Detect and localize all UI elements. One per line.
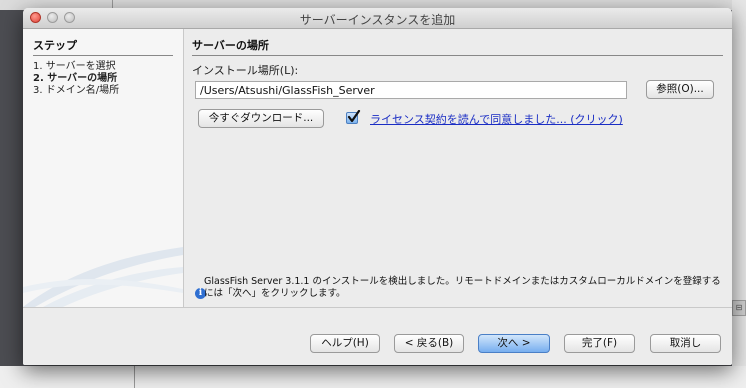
install-location-label: インストール場所(L):: [192, 64, 299, 77]
window-title: サーバーインスタンスを追加: [299, 13, 456, 27]
back-button[interactable]: < 戻る(B): [394, 334, 464, 353]
finish-button[interactable]: 完了(F): [564, 334, 635, 353]
background-collapse-icon: ⊟: [732, 300, 746, 316]
background-divider: [134, 366, 135, 388]
help-button[interactable]: ヘルプ(H): [310, 334, 380, 353]
install-location-input[interactable]: [195, 81, 627, 99]
background-window-bottom: [0, 366, 746, 388]
browse-button[interactable]: 参照(O)...: [646, 80, 714, 99]
add-server-instance-dialog: サーバーインスタンスを追加 ステップ 1. サーバーを選択 2. サーバーの場所…: [23, 8, 732, 365]
button-bar: ヘルプ(H) < 戻る(B) 次へ > 完了(F) 取消し: [23, 308, 732, 365]
steps-panel: ステップ 1. サーバーを選択 2. サーバーの場所 3. ドメイン名/場所: [23, 29, 184, 307]
info-message: GlassFish Server 3.1.1 のインストールを検出しました。リモ…: [204, 276, 721, 299]
steps-list: 1. サーバーを選択 2. サーバーの場所 3. ドメイン名/場所: [33, 61, 119, 97]
background-window-right: [732, 0, 746, 388]
license-agreement-link[interactable]: ライセンス契約を読んで同意しました... (クリック): [370, 111, 623, 127]
download-now-button[interactable]: 今すぐダウンロード...: [198, 109, 324, 128]
steps-header: ステップ: [33, 37, 173, 56]
step-item-server-location: 2. サーバーの場所: [33, 73, 118, 84]
server-location-panel: サーバーの場所 インストール場所(L): 参照(O)... 今すぐダウンロード.…: [184, 29, 732, 307]
checkmark-icon: [347, 110, 361, 123]
step-item-select-server: 1. サーバーを選択: [33, 61, 116, 72]
step-item-domain-location: 3. ドメイン名/場所: [33, 85, 120, 96]
wizard-swoosh-graphic: [23, 247, 183, 307]
license-agree-checkbox[interactable]: [346, 110, 361, 124]
next-button[interactable]: 次へ >: [478, 334, 550, 353]
cancel-button[interactable]: 取消し: [650, 334, 721, 353]
section-title: サーバーの場所: [192, 37, 723, 56]
title-bar: サーバーインスタンスを追加: [23, 8, 732, 29]
